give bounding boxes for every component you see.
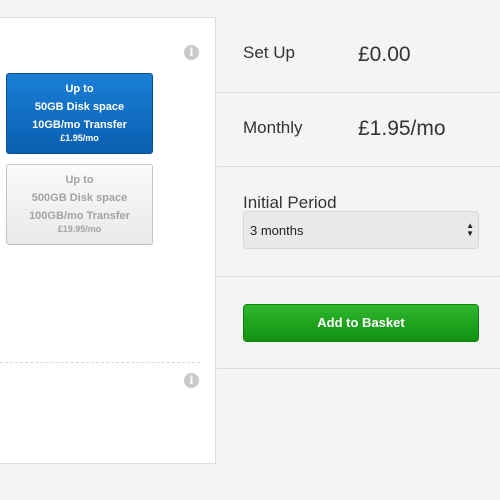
period-select-value: 3 months <box>250 223 304 238</box>
plan-price: £1.95/mo <box>60 133 99 143</box>
plan-line: Up to <box>65 174 94 186</box>
plan-price: £19.95/mo <box>57 224 102 234</box>
divider <box>217 276 500 277</box>
setup-label: Set Up <box>243 43 295 62</box>
monthly-label: Monthly <box>243 118 303 137</box>
info-icon[interactable]: i <box>184 45 199 60</box>
plan-card-large[interactable]: Up to 500GB Disk space 100GB/mo Transfer… <box>6 164 153 245</box>
plan-transfer: 100GB/mo Transfer <box>29 210 130 222</box>
plan-disk: 50GB Disk space <box>34 101 125 113</box>
info-icon[interactable]: i <box>184 373 199 388</box>
divider <box>217 92 500 93</box>
monthly-value: £1.95/mo <box>358 117 446 140</box>
plan-transfer: 10GB/mo Transfer <box>32 119 127 131</box>
divider <box>0 362 200 363</box>
period-select[interactable]: 3 months ▲ ▼ <box>243 211 479 249</box>
setup-value: £0.00 <box>358 43 411 66</box>
plan-card-small[interactable]: Up to 50GB Disk space 10GB/mo Transfer £… <box>6 73 153 154</box>
plan-line: Up to <box>65 83 94 95</box>
divider <box>217 368 500 369</box>
divider <box>217 166 500 167</box>
select-arrows-icon: ▲ ▼ <box>466 221 474 238</box>
plan-disk: 500GB Disk space <box>31 192 128 204</box>
add-to-basket-button[interactable]: Add to Basket <box>243 304 479 342</box>
plan-panel: i Up to 50GB Disk space 10GB/mo Transfer… <box>0 17 216 464</box>
period-label: Initial Period <box>243 193 337 212</box>
